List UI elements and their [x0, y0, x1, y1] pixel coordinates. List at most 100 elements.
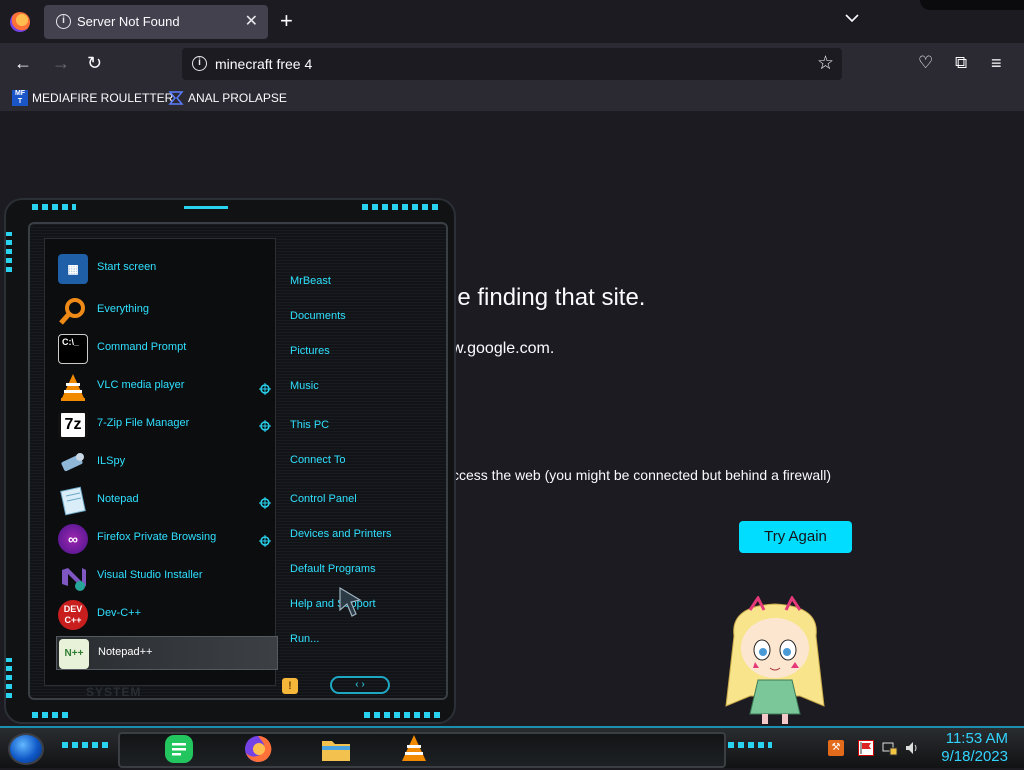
- submenu-arrow-icon[interactable]: [259, 419, 271, 432]
- ilspy-icon: [58, 448, 88, 478]
- firefox-icon[interactable]: [10, 12, 30, 32]
- frame-light: [362, 204, 440, 210]
- program-notepad[interactable]: Notepad: [56, 484, 278, 518]
- error-hint-firewall: ccess the web (you might be connected bu…: [452, 467, 831, 483]
- program-label: VLC media player: [97, 379, 185, 391]
- file-explorer-icon[interactable]: [320, 733, 352, 765]
- firefox-private-icon: ∞: [58, 524, 88, 554]
- bookmark-anal-prolapse[interactable]: ANAL PROLAPSE: [188, 91, 287, 105]
- firefox-icon[interactable]: [242, 733, 274, 765]
- program-vlc[interactable]: VLC media player: [56, 370, 278, 404]
- frame-light: [32, 204, 76, 210]
- mediafire-icon: MF T: [12, 90, 28, 106]
- place-documents[interactable]: Documents: [290, 310, 346, 322]
- program-label: Firefox Private Browsing: [97, 531, 217, 543]
- visual-studio-icon: [58, 562, 88, 592]
- list-all-tabs-icon[interactable]: [845, 10, 859, 26]
- program-start-screen[interactable]: ▦ Start screen: [56, 252, 278, 286]
- place-control-panel[interactable]: Control Panel: [290, 493, 357, 505]
- taskbar: ⚒ 11:53 AM 9/18/2023: [0, 726, 1024, 768]
- tray-app-icon[interactable]: ⚒: [828, 740, 844, 756]
- pocket-icon[interactable]: ♡: [918, 53, 933, 73]
- tab-title: Server Not Found: [77, 14, 180, 29]
- program-firefox-private[interactable]: ∞ Firefox Private Browsing: [56, 522, 278, 556]
- program-notepad-plus-plus[interactable]: N++ Notepad++: [56, 636, 278, 670]
- program-label: Notepad: [97, 493, 139, 505]
- bookmark-star-icon[interactable]: ☆: [817, 52, 834, 75]
- place-this-pc[interactable]: This PC: [290, 419, 329, 431]
- forward-button[interactable]: →: [52, 53, 70, 74]
- place-mrbeast[interactable]: MrBeast: [290, 275, 331, 287]
- clock-time[interactable]: 11:53 AM: [938, 730, 1008, 747]
- taskbar-light: [728, 742, 772, 748]
- notepad-icon: [58, 486, 88, 516]
- bookmark-mediafire-roulette[interactable]: MEDIAFIRE ROULETTER: [32, 91, 173, 105]
- frame-light: [6, 658, 12, 698]
- tab-server-not-found[interactable]: i Server Not Found ✕: [44, 5, 268, 39]
- place-default-programs[interactable]: Default Programs: [290, 563, 376, 575]
- start-button[interactable]: [8, 733, 44, 765]
- new-tab-button[interactable]: +: [280, 8, 293, 34]
- start-screen-icon: ▦: [58, 254, 88, 284]
- program-label: 7-Zip File Manager: [97, 417, 190, 429]
- place-music[interactable]: Music: [290, 380, 319, 392]
- tab-close-icon[interactable]: ✕: [245, 11, 258, 31]
- extensions-icon[interactable]: ⧉: [955, 53, 967, 73]
- program-label: Command Prompt: [97, 341, 187, 353]
- url-input[interactable]: minecraft free 4: [215, 56, 312, 72]
- program-label: Notepad++: [98, 646, 153, 658]
- program-command-prompt[interactable]: C:\_ Command Prompt: [56, 332, 278, 366]
- 7zip-icon: 7z: [58, 410, 88, 440]
- frame-light: [364, 712, 442, 718]
- url-bar[interactable]: i minecraft free 4 ☆: [182, 48, 842, 80]
- menu-page-nav[interactable]: ‹ ›: [330, 676, 390, 694]
- bookmarks-toolbar: MF T MEDIAFIRE ROULETTER ANAL PROLAPSE: [0, 86, 1024, 112]
- power-icon[interactable]: !: [282, 678, 298, 694]
- frame-light: [184, 206, 228, 209]
- submenu-arrow-icon[interactable]: [259, 382, 271, 395]
- program-7zip[interactable]: 7z 7-Zip File Manager: [56, 408, 278, 442]
- clock-date[interactable]: 9/18/2023: [930, 748, 1008, 765]
- program-label: Start screen: [97, 261, 157, 273]
- vlc-icon[interactable]: [398, 733, 430, 765]
- notepadpp-icon: N++: [59, 639, 89, 669]
- back-button[interactable]: ←: [14, 53, 32, 74]
- place-pictures[interactable]: Pictures: [290, 345, 330, 357]
- cartoon-character-sticker: [720, 595, 830, 726]
- devcpp-icon: DEV C++: [58, 600, 88, 630]
- place-run[interactable]: Run...: [290, 633, 319, 645]
- app-menu-icon[interactable]: ≡: [991, 53, 1002, 74]
- program-label: Visual Studio Installer: [97, 569, 203, 581]
- taskbar-light: [62, 742, 110, 748]
- vlc-icon: [58, 372, 88, 402]
- submenu-arrow-icon[interactable]: [259, 496, 271, 509]
- submenu-arrow-icon[interactable]: [259, 534, 271, 547]
- frame-light: [6, 232, 12, 272]
- volume-icon[interactable]: [904, 740, 920, 756]
- notes-app-icon[interactable]: [163, 733, 195, 765]
- flag-icon[interactable]: [858, 740, 874, 756]
- reload-button[interactable]: ↻: [87, 53, 102, 74]
- bookmark-icon: [168, 90, 184, 106]
- navigation-toolbar: ← → ↻ i minecraft free 4 ☆ ♡ ⧉ ≡: [0, 44, 1024, 86]
- program-dev-cpp[interactable]: DEV C++ Dev-C++: [56, 598, 278, 632]
- site-info-icon[interactable]: i: [192, 56, 207, 71]
- program-everything[interactable]: Everything: [56, 294, 278, 328]
- program-ilspy[interactable]: ILSpy: [56, 446, 278, 480]
- network-icon[interactable]: [882, 740, 898, 756]
- try-again-button[interactable]: Try Again: [739, 521, 852, 553]
- system-label: SYSTEM: [86, 685, 142, 699]
- cmd-icon: C:\_: [58, 334, 88, 364]
- program-visual-studio-installer[interactable]: Visual Studio Installer: [56, 560, 278, 594]
- program-label: Dev-C++: [97, 607, 142, 619]
- mouse-cursor-icon: [338, 586, 364, 618]
- error-title: le finding that site.: [452, 284, 646, 311]
- tab-bar: i Server Not Found ✕ +: [0, 0, 1024, 44]
- start-menu: ▦ Start screen Everything C:\_ Command P…: [4, 198, 456, 724]
- place-connect-to[interactable]: Connect To: [290, 454, 345, 466]
- info-icon: i: [56, 14, 71, 29]
- program-label: ILSpy: [97, 455, 126, 467]
- window-frame-decoration: [920, 0, 1024, 10]
- error-description: w.google.com.: [452, 340, 555, 357]
- place-devices-and-printers[interactable]: Devices and Printers: [290, 528, 392, 540]
